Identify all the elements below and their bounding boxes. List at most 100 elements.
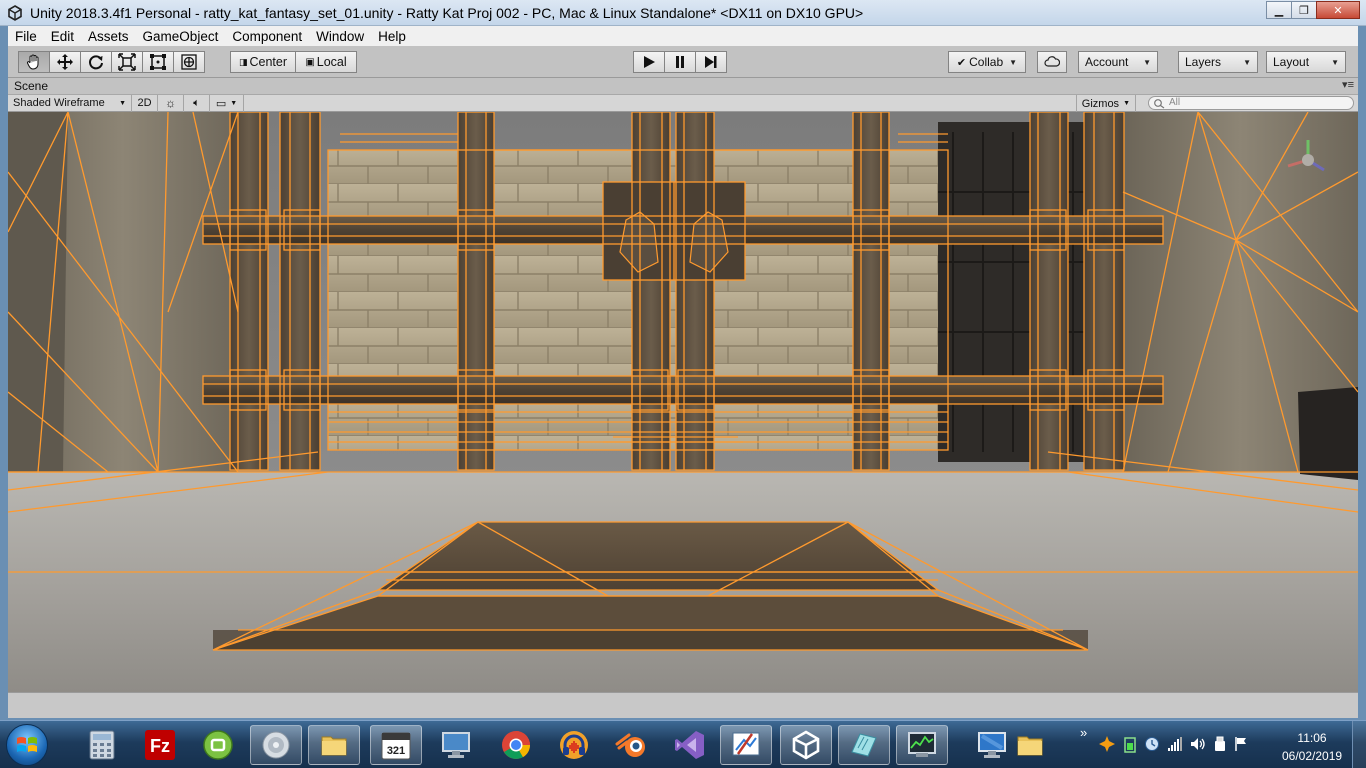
scene-tab[interactable]: Scene [14,79,48,93]
svg-text:321: 321 [387,745,405,757]
collab-dropdown[interactable]: ✔ Collab ▼ [948,51,1026,73]
audio-toggle[interactable]: 🔈︎ [184,94,210,112]
headphones-icon [560,731,588,759]
network-tray-icon[interactable] [1167,736,1183,752]
hand-icon [26,54,39,70]
window-titlebar[interactable]: Unity 2018.3.4f1 Personal - ratty_kat_fa… [0,0,1366,26]
sun-icon: ☼ [165,96,176,110]
account-dropdown[interactable]: Account ▼ [1078,51,1158,73]
clock-tray-icon[interactable] [1144,736,1160,752]
transform-tool-button[interactable] [173,51,205,73]
account-label: Account [1085,55,1129,69]
taskbar-task-manager[interactable] [896,725,948,765]
scene-toolbar: Shaded Wireframe ▼ 2D ☼ 🔈︎ ▭ ▼ Gizmos ▼ … [8,94,1358,112]
show-desktop-button[interactable] [1352,721,1366,768]
layout-group: Layout ▼ [1266,51,1346,73]
2d-toggle[interactable]: 2D [132,94,158,112]
cube-icon: ▣ [305,56,315,68]
search-placeholder: All [1169,97,1181,108]
cloud-button[interactable] [1037,51,1067,73]
folder-icon [321,736,347,756]
taskbar-paint[interactable] [720,725,772,765]
battery-tray-icon[interactable] [1123,735,1137,753]
taskbar-remote-desktop[interactable] [430,725,482,765]
scene-search-input[interactable]: All [1148,96,1354,110]
taskbar-calendar[interactable]: 321 [370,725,422,765]
chevron-down-icon: ▼ [230,99,238,107]
menu-window[interactable]: Window [309,29,371,44]
tab-menu-icon[interactable]: ▾≡ [1342,78,1354,91]
taskbar-blender[interactable] [606,725,658,765]
pivot-center-button[interactable]: ◨ Center [230,51,296,73]
cloud-group [1037,51,1067,73]
menu-gameobject[interactable]: GameObject [136,29,226,44]
taskbar-folder[interactable] [1004,725,1056,765]
pause-button[interactable] [664,51,696,73]
disc-icon [262,731,290,759]
monitor-icon [442,732,470,758]
taskbar-unity[interactable] [780,725,832,765]
collab-group: ✔ Collab ▼ [948,51,1026,73]
taskbar-file-explorer[interactable] [308,725,360,765]
menu-component[interactable]: Component [225,29,309,44]
menu-file[interactable]: File [8,29,44,44]
hand-tool-button[interactable] [18,51,50,73]
taskbar-media-player[interactable] [250,725,302,765]
taskbar-chrome[interactable] [490,725,542,765]
pause-icon [676,56,684,68]
lighting-toggle[interactable]: ☼ [158,94,184,112]
taskbar-audacity[interactable] [548,725,600,765]
rect-tool-button[interactable] [142,51,174,73]
pivot-local-button[interactable]: ▣ Local [295,51,357,73]
pivot-icon: ◨ [238,56,248,67]
space-label: Local [316,55,347,69]
rotate-icon [89,55,103,70]
scene-viewport[interactable] [8,112,1358,692]
close-button[interactable]: ✕ [1316,1,1360,19]
windows-logo-icon [17,737,37,752]
play-button[interactable] [633,51,665,73]
taskbar-filezilla[interactable]: Fz [134,725,186,765]
scale-tool-button[interactable] [111,51,143,73]
rotate-tool-button[interactable] [80,51,112,73]
usb-tray-icon[interactable] [1213,736,1227,752]
taskbar-greenshot[interactable] [192,725,244,765]
taskbar-clock[interactable]: 11:06 06/02/2019 [1282,729,1342,765]
flag-tray-icon[interactable] [1234,736,1248,752]
unity-logo-icon [6,4,24,22]
chevron-down-icon: ▼ [1123,100,1130,107]
chevron-down-icon: ▼ [119,99,126,107]
chrome-icon [502,731,530,759]
taskbar-notes[interactable] [838,725,890,765]
layout-dropdown[interactable]: Layout ▼ [1266,51,1346,73]
effects-dropdown[interactable]: ▭ ▼ [210,94,244,112]
minimize-button[interactable]: ▁ [1266,1,1292,19]
maximize-button[interactable]: ❐ [1291,1,1317,19]
scene-tab-bar: Scene ▾≡ [8,78,1358,95]
folder-icon [1017,736,1043,756]
calendar-icon: 321 [381,732,411,760]
step-button[interactable] [695,51,727,73]
start-button[interactable] [6,724,48,766]
task-manager-icon [908,732,936,757]
menu-edit[interactable]: Edit [44,29,81,44]
transform-tools [18,51,205,73]
shading-mode-label: Shaded Wireframe [13,97,105,109]
gizmos-dropdown[interactable]: Gizmos ▼ [1075,95,1136,112]
step-icon [705,56,717,68]
blender-icon [615,733,645,757]
tray-expand-icon[interactable]: » [1080,725,1087,740]
pivot-label: Center [249,55,288,69]
layers-dropdown[interactable]: Layers ▼ [1178,51,1258,73]
menu-assets[interactable]: Assets [81,29,136,44]
gizmos-label: Gizmos [1081,97,1120,110]
taskbar-calculator[interactable] [76,725,128,765]
notes-icon [851,733,877,757]
volume-tray-icon[interactable] [1190,736,1206,752]
shading-mode-dropdown[interactable]: Shaded Wireframe ▼ [8,94,132,112]
settings-tray-icon[interactable] [1098,735,1116,753]
menu-help[interactable]: Help [371,29,413,44]
windows-taskbar: Fz 321 » 11:06 06/02/2019 [0,720,1366,768]
taskbar-visual-studio[interactable] [664,725,716,765]
move-tool-button[interactable] [49,51,81,73]
